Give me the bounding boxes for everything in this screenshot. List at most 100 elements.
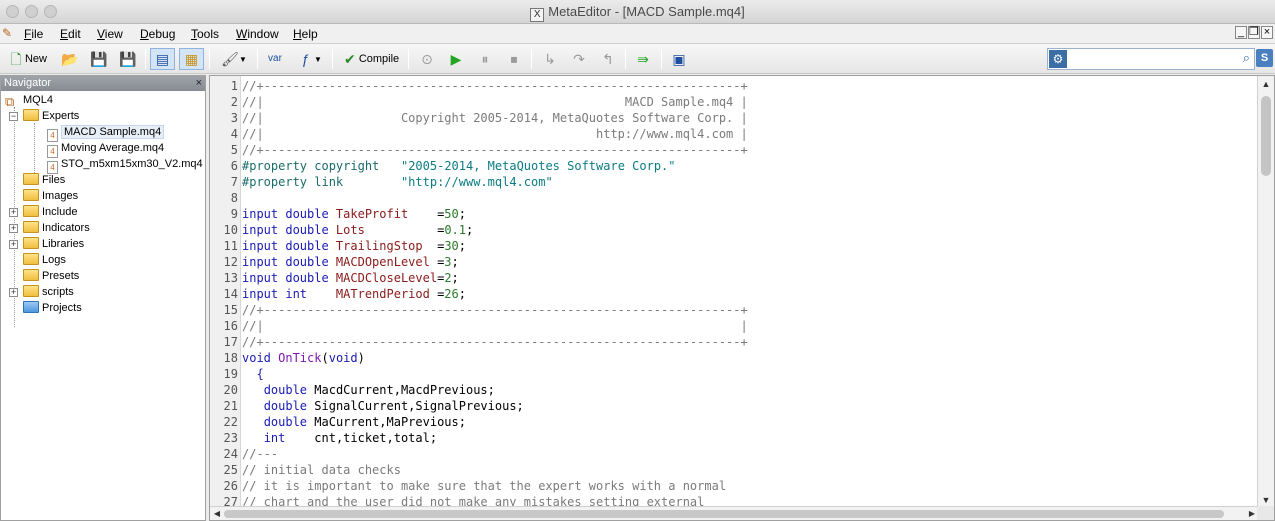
window-title-container: X MetaEditor - [MACD Sample.mq4] <box>0 4 1275 22</box>
line-number: 11 <box>223 239 238 253</box>
tree-item-macd-sample[interactable]: 4 MACD Sample.mq4 <box>47 124 165 142</box>
line-number: 18 <box>223 351 238 365</box>
step-over-icon: ↷ <box>573 51 585 67</box>
menu-file-label: ile <box>31 27 44 41</box>
save-button[interactable]: 💾 <box>87 48 111 70</box>
menu-edit[interactable]: Edit <box>60 27 81 41</box>
menu-help[interactable]: Help <box>293 27 318 41</box>
expand-icon[interactable]: + <box>9 224 18 233</box>
tree-item-moving-average[interactable]: 4 Moving Average.mq4 <box>47 140 164 158</box>
tree-item-indicators[interactable]: + Indicators <box>9 220 90 236</box>
expand-icon[interactable]: + <box>9 208 18 217</box>
search-icon[interactable]: ⌕ <box>1243 50 1250 66</box>
pause-button[interactable]: ⏸ <box>472 48 498 70</box>
folder-icon <box>23 253 39 265</box>
code-line: // it is important to make sure that the… <box>242 479 727 493</box>
tree-item-presets[interactable]: Presets <box>23 268 79 284</box>
tree-item-scripts[interactable]: + scripts <box>9 284 74 300</box>
horizontal-scrollbar[interactable]: ◀ ▶ <box>210 506 1259 520</box>
menu-tools[interactable]: Tools <box>191 27 219 41</box>
scroll-left-icon[interactable]: ◀ <box>211 507 223 520</box>
expand-icon[interactable]: + <box>9 288 18 297</box>
toolbar-separator <box>209 49 210 69</box>
scroll-corner <box>1257 506 1274 520</box>
line-number: 16 <box>223 319 238 333</box>
code-line: input double MACDCloseLevel=2; <box>242 271 459 285</box>
code-line: #property copyright "2005-2014, MetaQuot… <box>242 159 676 173</box>
vertical-scrollbar[interactable]: ▲ ▼ <box>1257 76 1274 508</box>
step-into-button[interactable]: ↳ <box>537 48 563 70</box>
folder-open-icon <box>23 109 39 121</box>
save-all-icon: 💾 <box>119 51 137 67</box>
code-line: double MaCurrent,MaPrevious; <box>263 415 466 429</box>
tree-item-include[interactable]: + Include <box>9 204 77 220</box>
scroll-up-icon[interactable]: ▲ <box>1260 78 1272 90</box>
tree-item-logs[interactable]: Logs <box>23 252 66 268</box>
expand-icon[interactable]: + <box>9 240 18 249</box>
insert-variable-button[interactable]: var <box>262 48 288 70</box>
start-debug-button[interactable]: ▶ <box>443 48 469 70</box>
menu-view[interactable]: View <box>97 27 123 41</box>
code-line: //| http://www.mql4.com | <box>242 127 748 141</box>
navigator-toggle-button[interactable]: ▤ <box>150 48 175 70</box>
go-to-button[interactable]: ⇛ <box>630 48 656 70</box>
x11-logo-icon: X <box>530 8 545 22</box>
styler-icon: 🖌 <box>221 51 239 67</box>
code-line: double MacdCurrent,MacdPrevious; <box>263 383 495 397</box>
mdi-close-icon[interactable]: × <box>1261 26 1273 39</box>
save-all-button[interactable]: 💾 <box>116 48 140 70</box>
open-button[interactable]: 📂 <box>58 48 82 70</box>
tree-item-libraries[interactable]: + Libraries <box>9 236 84 252</box>
tree-item-images[interactable]: Images <box>23 188 78 204</box>
compile-button[interactable]: ✔ Compile <box>337 48 403 70</box>
stop-button[interactable]: ⏹ <box>501 48 527 70</box>
folder-icon <box>23 205 39 217</box>
menu-file[interactable]: File <box>24 27 43 41</box>
gear-icon[interactable]: ⚙ <box>1049 50 1067 68</box>
code-line: double SignalCurrent,SignalPrevious; <box>263 399 524 413</box>
mdi-window-controls: _ ❐ × <box>1234 26 1273 39</box>
step-back-icon: ⊙ <box>421 51 433 67</box>
step-into-icon: ↳ <box>544 51 556 67</box>
step-out-icon: ↰ <box>602 51 614 67</box>
line-number: 24 <box>223 447 238 461</box>
line-number: 26 <box>223 479 238 493</box>
tree-guide <box>34 123 35 179</box>
toolbox-toggle-button[interactable]: ▦ <box>179 48 204 70</box>
search-input[interactable] <box>1070 51 1230 67</box>
insert-function-button[interactable]: ƒ ▼ <box>290 48 328 70</box>
mdi-restore-icon[interactable]: ❐ <box>1248 26 1260 39</box>
collapse-icon[interactable]: − <box>9 112 18 121</box>
tree-root-mql4[interactable]: ⧉ MQL4 <box>5 92 53 109</box>
tree-item-sto[interactable]: 4 STO_m5xm15xm30_V2.mq4 <box>47 156 203 174</box>
community-badge[interactable]: S <box>1256 49 1273 67</box>
line-number-gutter: 1 2 3 4 5 6 7 8 9 10 11 12 13 14 15 16 17 18 19 20 21 22 23 24 2… <box>210 76 241 509</box>
tree-item-projects[interactable]: Projects <box>23 300 82 316</box>
vertical-scroll-thumb[interactable] <box>1261 96 1271 176</box>
scroll-down-icon[interactable]: ▼ <box>1260 494 1272 506</box>
search-box: ⚙ ⌕ <box>1047 48 1255 70</box>
title-bar: X MetaEditor - [MACD Sample.mq4] <box>0 0 1275 24</box>
menu-debug[interactable]: Debug <box>140 27 175 41</box>
code-line: input double MACDOpenLevel =3; <box>242 255 459 269</box>
step-out-button[interactable]: ↰ <box>595 48 621 70</box>
step-over-button[interactable]: ↷ <box>566 48 592 70</box>
new-button[interactable]: 🗋 New <box>3 48 51 70</box>
terminal-button[interactable]: ▣ <box>666 48 692 70</box>
code-line: //+-------------------------------------… <box>242 79 748 93</box>
mdi-minimize-icon[interactable]: _ <box>1235 26 1247 39</box>
terminal-icon: ▣ <box>672 51 686 67</box>
close-icon[interactable]: × <box>196 76 202 91</box>
code-editor[interactable]: 1 2 3 4 5 6 7 8 9 10 11 12 13 14 15 16 17 18 19 20 21 22 23 24 2… <box>209 75 1275 521</box>
folder-icon <box>23 285 39 297</box>
toolbar-separator <box>145 49 146 69</box>
line-number: 3 <box>230 111 238 125</box>
app-menu-icon[interactable]: ✎ <box>2 26 16 40</box>
step-back-button[interactable]: ⊙ <box>414 48 440 70</box>
menu-window[interactable]: Window <box>236 27 279 41</box>
styler-button[interactable]: 🖌 ▼ <box>214 48 254 70</box>
horizontal-scroll-thumb[interactable] <box>224 510 1224 518</box>
line-number: 22 <box>223 415 238 429</box>
tree-item-files[interactable]: Files <box>23 172 65 188</box>
tree-item-experts[interactable]: − Experts <box>9 108 79 124</box>
